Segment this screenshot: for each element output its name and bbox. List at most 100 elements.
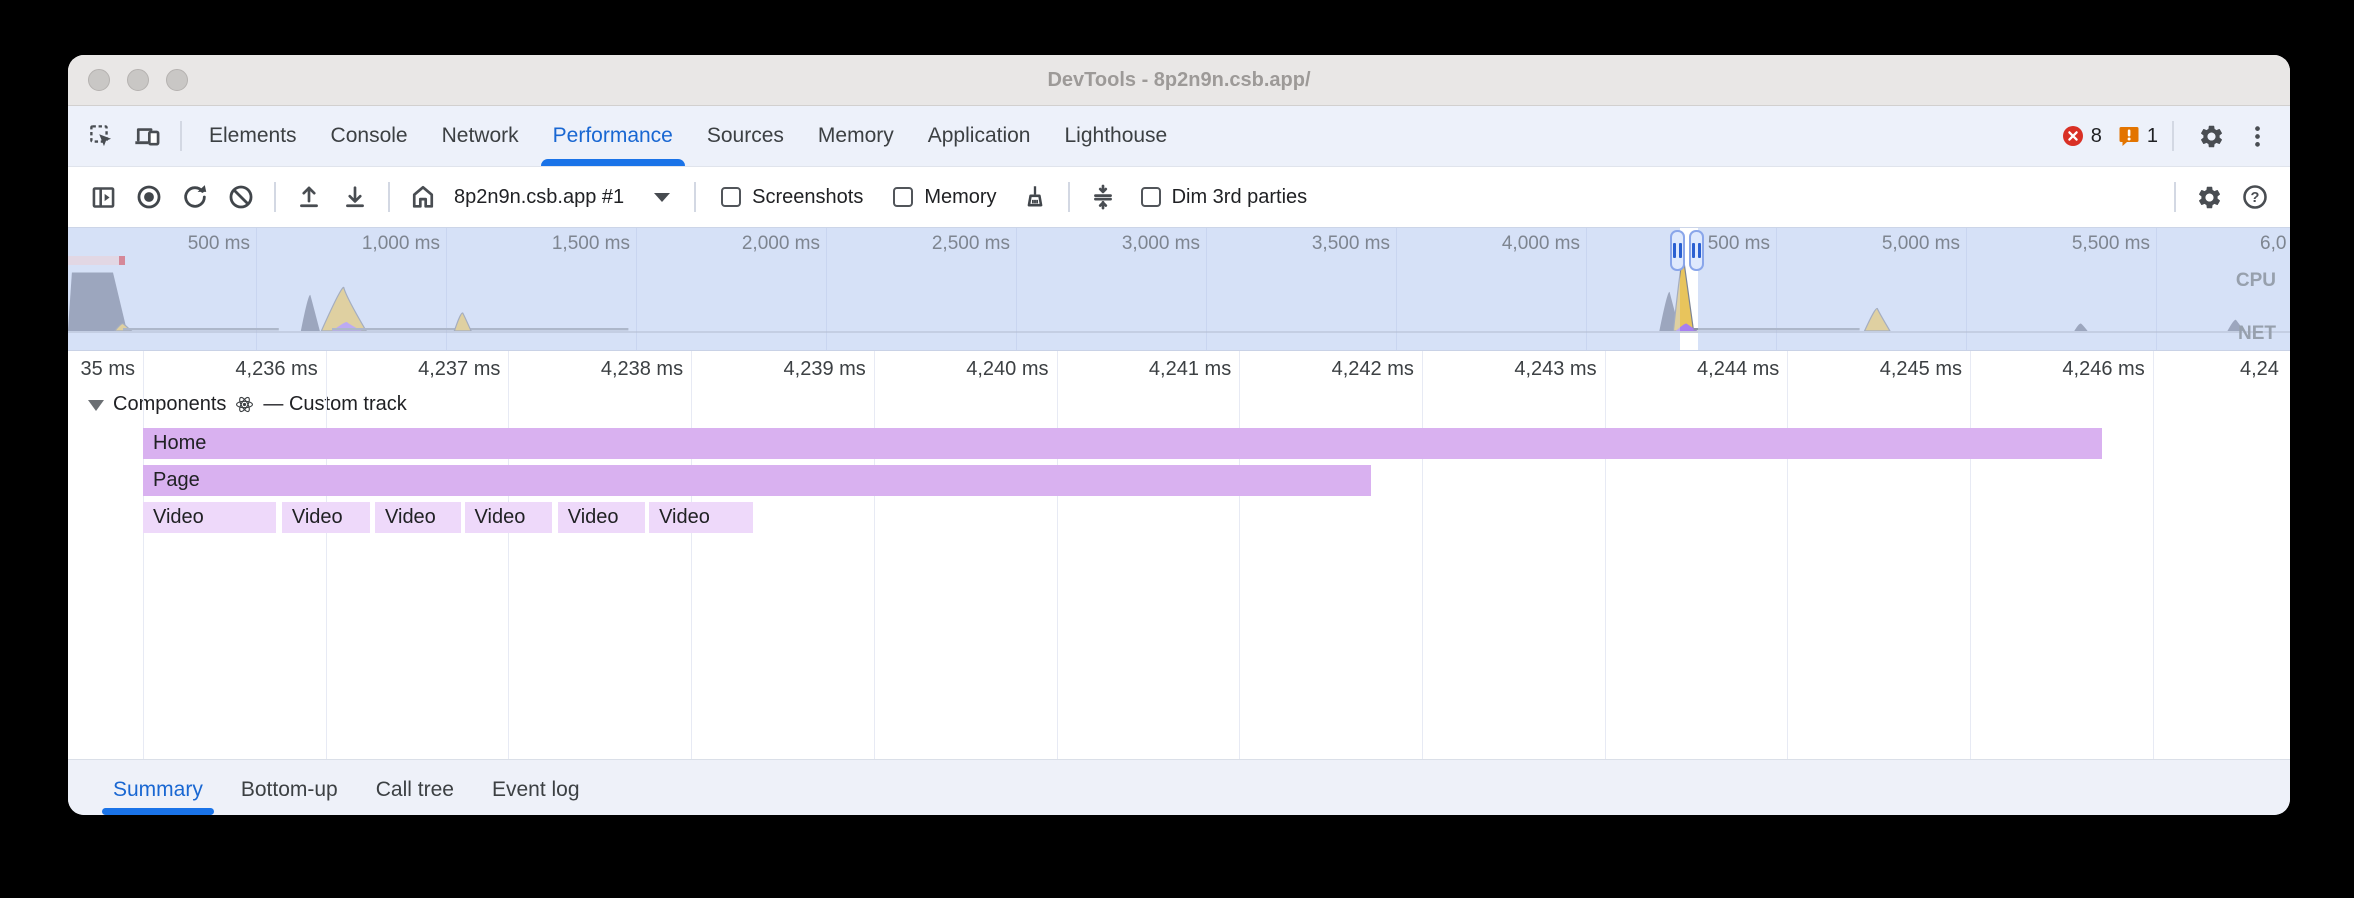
inspect-icon[interactable] <box>78 113 124 159</box>
dropdown-caret-icon[interactable] <box>654 193 670 202</box>
minimap-tick-label: 5,000 ms <box>1760 233 1960 255</box>
checkbox-box[interactable] <box>893 187 913 207</box>
help-icon[interactable]: ? <box>2232 174 2278 220</box>
record-icon[interactable] <box>126 174 172 220</box>
target-selector[interactable]: 8p2n9n.csb.app #1 <box>454 186 624 209</box>
track-entry-page[interactable]: Page <box>143 465 1371 496</box>
panel-left-icon[interactable] <box>80 174 126 220</box>
issues-badge[interactable]: 1 <box>2118 125 2158 148</box>
bottom-tab-summary[interactable]: Summary <box>94 760 222 815</box>
tab-label: Application <box>928 124 1031 148</box>
minimap-tick-label: 3,500 ms <box>1190 233 1390 255</box>
detail-gridline <box>691 351 692 759</box>
ruler-tick-label: 4,237 ms <box>300 358 500 381</box>
track-entry-label: Video <box>375 506 436 529</box>
handle-grip <box>1673 243 1676 258</box>
track-entry-video[interactable]: Video <box>282 502 370 533</box>
detail-gridline <box>1422 351 1423 759</box>
components-track-header[interactable]: Components — Custom track <box>88 393 407 416</box>
devtools-window: DevTools - 8p2n9n.csb.app/ ElementsConso… <box>68 55 2290 815</box>
zoom-button[interactable] <box>166 69 188 91</box>
divider <box>388 182 390 212</box>
performance-toolbar: 8p2n9n.csb.app #1 Screenshots Memory <box>68 167 2290 227</box>
clear-icon[interactable] <box>218 174 264 220</box>
timeline-detail[interactable]: Components — Custom track 35 ms4,236 ms4… <box>68 351 2290 759</box>
track-entry-video[interactable]: Video <box>143 502 276 533</box>
perf-settings-gear-icon[interactable] <box>2186 174 2232 220</box>
tab-label: Network <box>442 124 519 148</box>
upload-icon[interactable] <box>286 174 332 220</box>
track-entry-video[interactable]: Video <box>649 502 753 533</box>
detail-gridline <box>143 351 144 759</box>
checkbox-box[interactable] <box>721 187 741 207</box>
ruler-tick-label: 4,243 ms <box>1397 358 1597 381</box>
track-entry-home[interactable]: Home <box>143 428 2102 459</box>
screenshots-checkbox[interactable]: Screenshots <box>721 186 863 209</box>
detail-gridline <box>874 351 875 759</box>
bottom-tab-call-tree[interactable]: Call tree <box>357 760 473 815</box>
close-button[interactable] <box>88 69 110 91</box>
active-tab-underline <box>541 159 685 166</box>
bottom-tabbar: Summary Bottom-upCall treeEvent log <box>68 759 2290 815</box>
memory-checkbox[interactable]: Memory <box>893 186 996 209</box>
bottom-tab-bottom-up[interactable]: Bottom-up <box>222 760 357 815</box>
bottom-tab-event-log[interactable]: Event log <box>473 760 599 815</box>
selection-handle-right[interactable] <box>1689 230 1704 271</box>
detail-gridline <box>1057 351 1058 759</box>
device-toolbar-icon[interactable] <box>124 113 170 159</box>
divider <box>694 182 696 212</box>
tab-performance[interactable]: Performance <box>536 106 690 166</box>
dim-3rd-parties-checkbox[interactable]: Dim 3rd parties <box>1141 186 1308 209</box>
tab-label: Console <box>331 124 408 148</box>
panel-tabs: Elements Console Network Performance Sources… <box>192 106 1184 166</box>
issues-icon <box>2118 125 2140 147</box>
tab-application[interactable]: Application <box>911 106 1048 166</box>
gc-brush-icon[interactable] <box>1012 174 1058 220</box>
tab-console[interactable]: Console <box>314 106 425 166</box>
track-entry-label: Video <box>649 506 710 529</box>
ruler-tick-label: 4,24 <box>2240 358 2290 381</box>
minimap-tick-label: 1,000 ms <box>240 233 440 255</box>
bottom-tab-label: Summary <box>113 778 203 802</box>
disclosure-triangle-icon[interactable] <box>88 400 104 411</box>
track-entry-label: Video <box>465 506 526 529</box>
tab-lighthouse[interactable]: Lighthouse <box>1047 106 1184 166</box>
tab-network[interactable]: Network <box>425 106 536 166</box>
track-entry-label: Video <box>558 506 619 529</box>
tab-sources[interactable]: Sources <box>690 106 801 166</box>
ruler-tick-label: 4,240 ms <box>849 358 1049 381</box>
tab-label: Sources <box>707 124 784 148</box>
minimap-tick-label: 2,000 ms <box>620 233 820 255</box>
track-entry-video[interactable]: Video <box>375 502 461 533</box>
track-entry-label: Page <box>143 469 200 492</box>
tab-label: Memory <box>818 124 894 148</box>
checkbox-box[interactable] <box>1141 187 1161 207</box>
tab-label: Lighthouse <box>1064 124 1167 148</box>
collapse-icon[interactable] <box>1080 174 1126 220</box>
divider <box>1068 182 1070 212</box>
minimap-tick-label: 3,000 ms <box>1000 233 1200 255</box>
tab-memory[interactable]: Memory <box>801 106 911 166</box>
download-icon[interactable] <box>332 174 378 220</box>
reload-icon[interactable] <box>172 174 218 220</box>
track-entry-label: Video <box>143 506 204 529</box>
handle-grip <box>1692 243 1695 258</box>
handle-grip <box>1679 243 1682 258</box>
error-icon <box>2062 125 2084 147</box>
selection-handle-left[interactable] <box>1670 230 1685 271</box>
devtools-tabbar: Elements Console Network Performance Sources… <box>68 106 2290 167</box>
gear-icon[interactable] <box>2188 113 2234 159</box>
track-entry-video[interactable]: Video <box>558 502 646 533</box>
track-entry-label: Video <box>282 506 343 529</box>
timeline-overview[interactable]: 500 ms1,000 ms1,500 ms2,000 ms2,500 ms3,… <box>68 227 2290 351</box>
track-title: Components <box>113 393 226 416</box>
home-icon[interactable] <box>400 174 446 220</box>
kebab-icon[interactable] <box>2234 113 2280 159</box>
cpu-label: CPU <box>2236 270 2276 292</box>
track-entry-video[interactable]: Video <box>465 502 553 533</box>
error-badge[interactable]: 8 <box>2062 125 2102 148</box>
detail-gridline <box>1970 351 1971 759</box>
tab-elements[interactable]: Elements <box>192 106 314 166</box>
minimize-button[interactable] <box>127 69 149 91</box>
active-bottom-tab-underline <box>102 808 214 815</box>
